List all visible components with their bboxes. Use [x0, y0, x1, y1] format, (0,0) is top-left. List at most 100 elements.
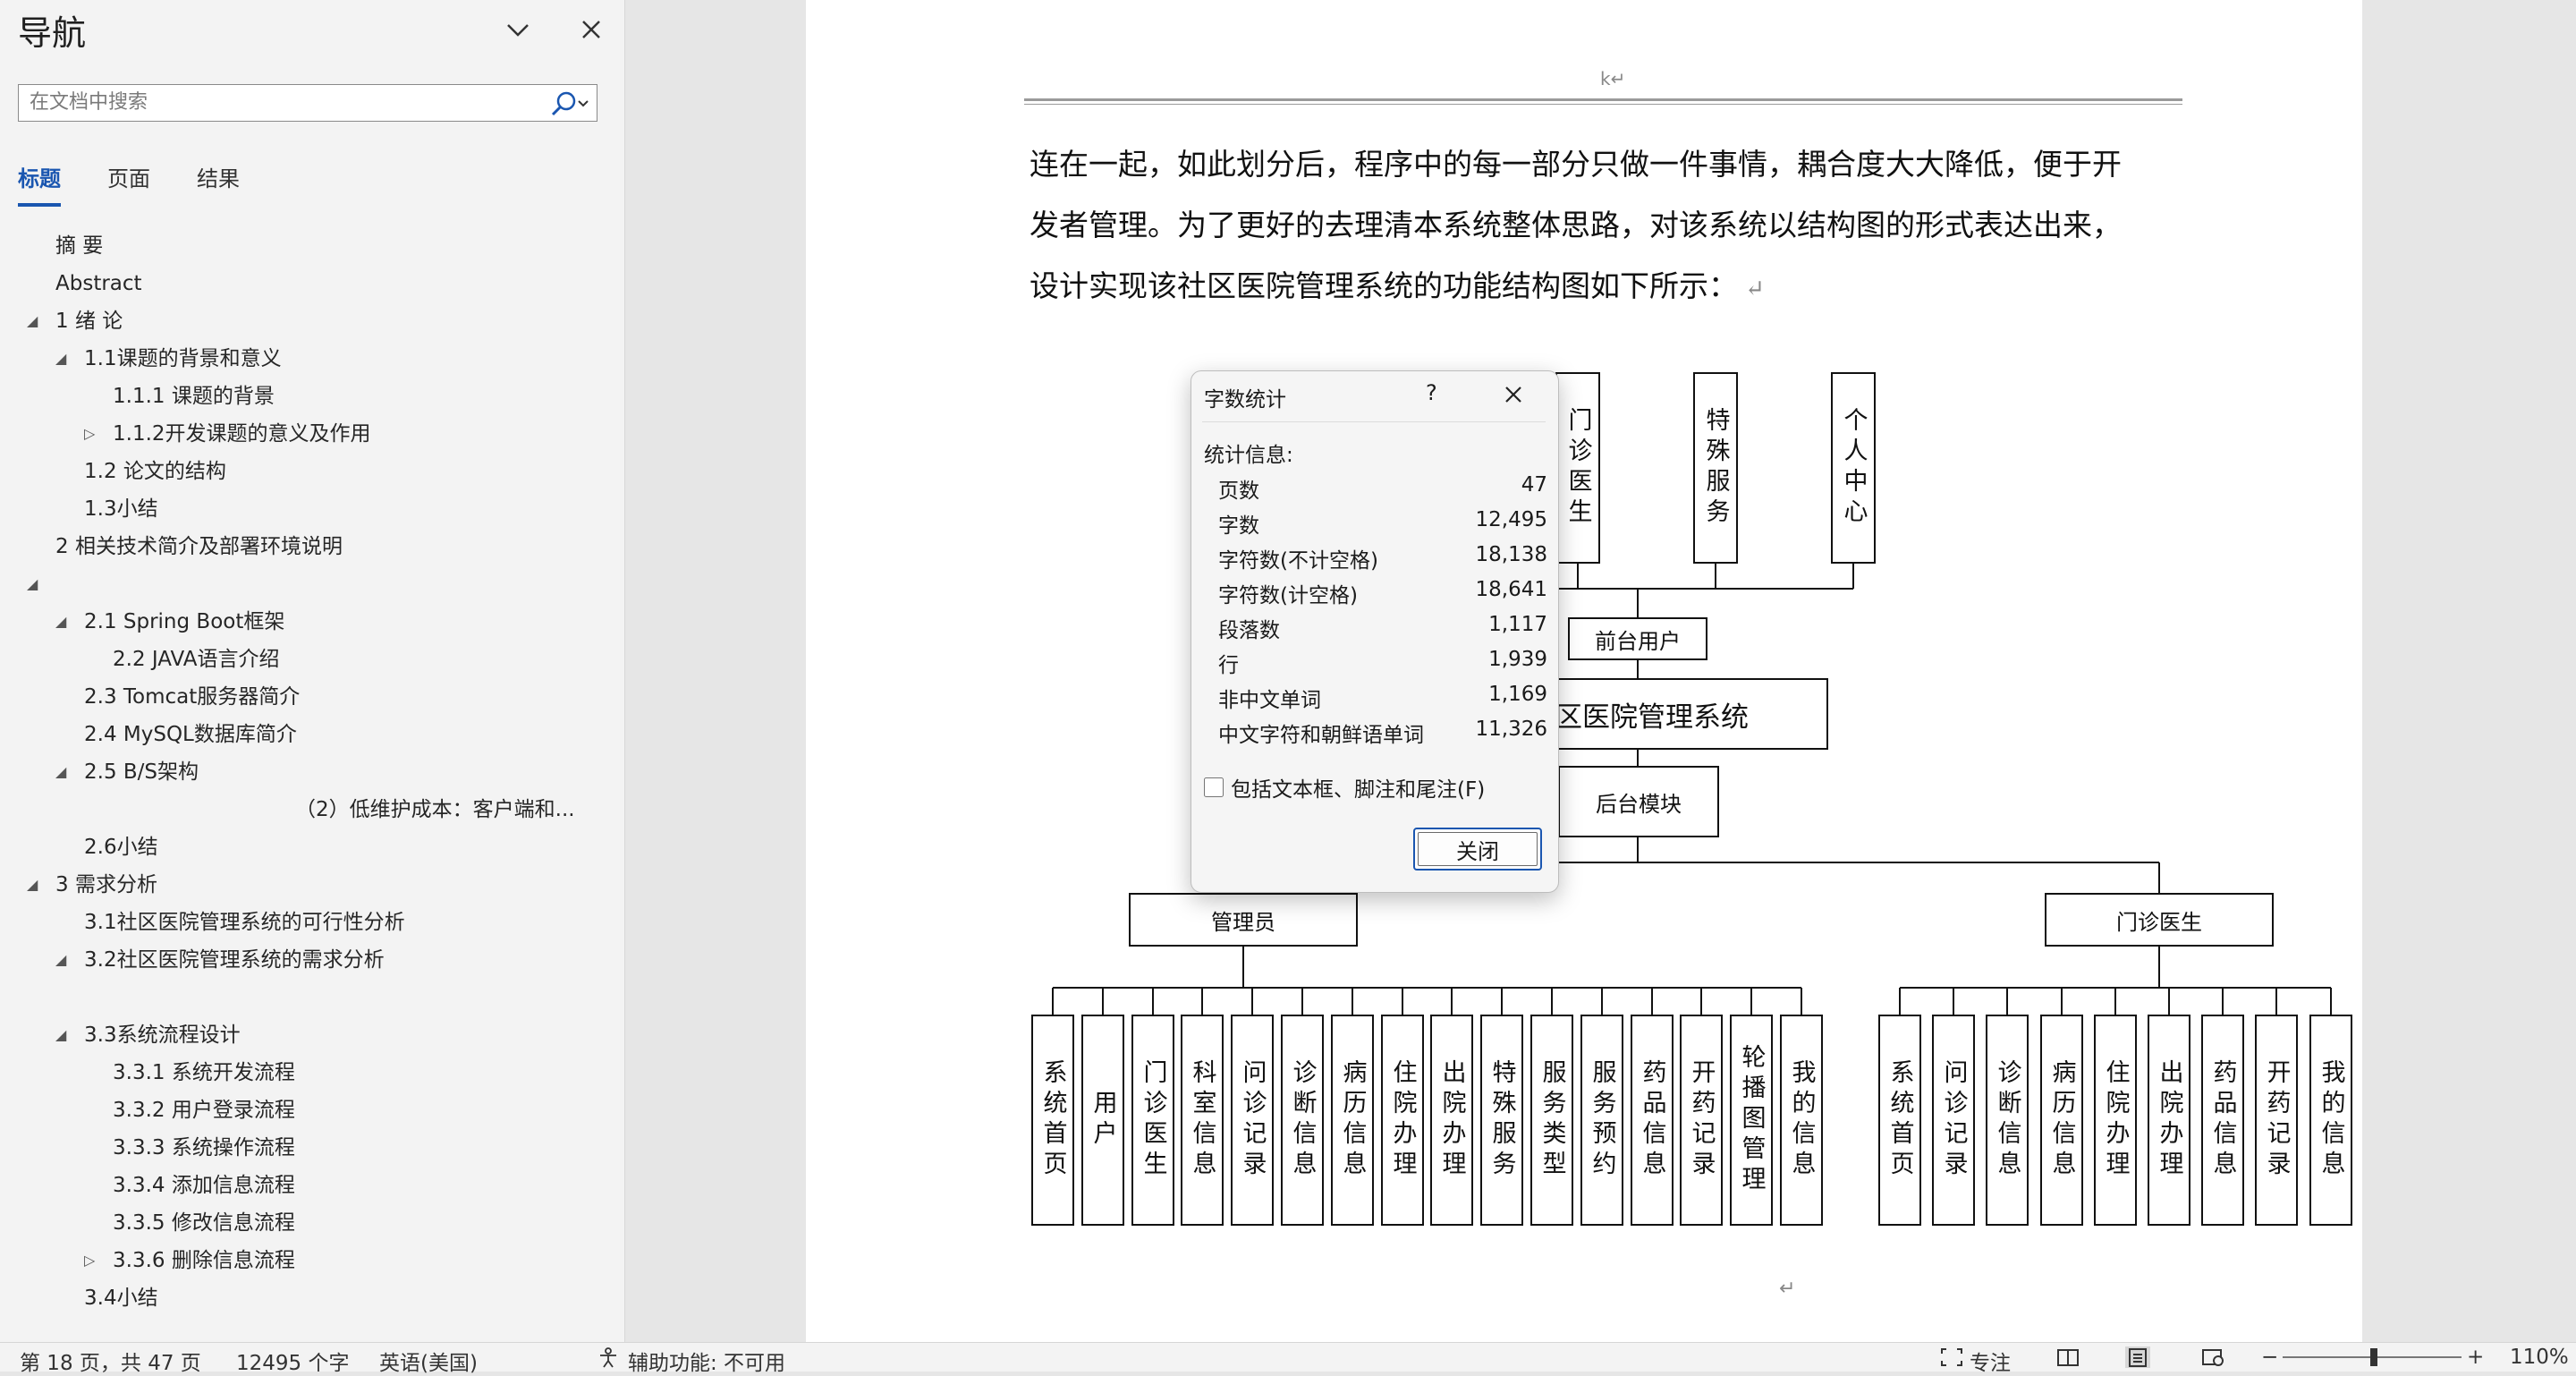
- focus-mode-label[interactable]: 专注: [1970, 1346, 2011, 1376]
- zoom-level[interactable]: 110%: [2510, 1346, 2569, 1369]
- focus-icon[interactable]: [1939, 1346, 1964, 1368]
- chart-connector: [1401, 988, 1403, 1015]
- zoom-out-button[interactable]: −: [2261, 1346, 2278, 1369]
- stat-value: 1,117: [1488, 613, 1547, 636]
- chart-connector: [1053, 987, 1801, 989]
- nav-heading-item[interactable]: Abstract: [0, 265, 624, 302]
- nav-heading-item[interactable]: 3.3.4 添加信息流程: [0, 1167, 624, 1204]
- admin-module-box: 出院办理: [1430, 1015, 1473, 1226]
- stat-name: 字数: [1218, 514, 1259, 538]
- nav-heading-item[interactable]: ▷ 1.1.2开发课题的意义及作用: [0, 415, 624, 453]
- nav-heading-item[interactable]: 2.4 MySQL数据库简介: [0, 716, 624, 753]
- nav-heading-item[interactable]: 2.2 JAVA语言介绍: [0, 641, 624, 678]
- nav-heading-item[interactable]: ◢ 3.3系统流程设计: [0, 1016, 624, 1054]
- chart-connector: [1242, 947, 1244, 988]
- admin-module-box-label: 问诊记录: [1238, 1059, 1267, 1181]
- nav-heading-item[interactable]: ◢ 1.1课题的背景和意义: [0, 340, 624, 378]
- chart-connector: [1637, 837, 1639, 862]
- collapse-arrow-icon[interactable]: ◢: [55, 603, 66, 641]
- chart-connector: [1637, 660, 1639, 678]
- collapse-arrow-icon[interactable]: ◢: [55, 941, 66, 979]
- nav-heading-item[interactable]: [0, 979, 624, 1016]
- nav-heading-item[interactable]: ◢: [0, 565, 624, 603]
- doctor-module-box: 开药记录: [2255, 1015, 2298, 1226]
- nav-heading-item[interactable]: 2.3 Tomcat服务器简介: [0, 678, 624, 716]
- nav-heading-item[interactable]: 1.3小结: [0, 490, 624, 528]
- collapse-arrow-icon[interactable]: ◢: [55, 340, 66, 378]
- nav-heading-item[interactable]: 1.2 论文的结构: [0, 453, 624, 490]
- doctor-module-box-label: 住院办理: [2101, 1059, 2130, 1181]
- nav-heading-item[interactable]: （2）低维护成本：客户端和...: [0, 791, 624, 828]
- web-layout-icon[interactable]: [2200, 1346, 2225, 1368]
- expand-arrow-icon[interactable]: ▷: [84, 415, 95, 453]
- accessibility-icon[interactable]: [596, 1346, 621, 1368]
- page-count[interactable]: 第 18 页，共 47 页: [20, 1346, 201, 1376]
- collapse-arrow-icon[interactable]: ◢: [27, 866, 38, 904]
- admin-module-box: 科室信息: [1181, 1015, 1224, 1226]
- include-textboxes-option[interactable]: 包括文本框、脚注和尾注(F): [1204, 772, 1485, 803]
- nav-heading-item[interactable]: 3.4小结: [0, 1279, 624, 1317]
- nav-heading-label: 2.2 JAVA语言介绍: [113, 648, 280, 671]
- nav-heading-label: 1.1课题的背景和意义: [84, 347, 282, 370]
- chevron-down-icon[interactable]: [503, 14, 533, 45]
- close-icon[interactable]: [576, 14, 606, 45]
- nav-heading-item[interactable]: ◢ 1 绪 论: [0, 302, 624, 340]
- nav-heading-label: 3.1社区医院管理系统的可行性分析: [84, 911, 405, 934]
- nav-heading-item[interactable]: 3.3.1 系统开发流程: [0, 1054, 624, 1091]
- nav-heading-item[interactable]: ▷ 3.3.6 删除信息流程: [0, 1242, 624, 1279]
- chart-connector: [2222, 988, 2224, 1015]
- collapse-arrow-icon[interactable]: ◢: [27, 565, 38, 603]
- read-mode-icon[interactable]: [2055, 1346, 2080, 1368]
- nav-heading-item[interactable]: ◢ 2.5 B/S架构: [0, 753, 624, 791]
- nav-heading-item[interactable]: ◢ 3 需求分析: [0, 866, 624, 904]
- tab-results[interactable]: 结果: [197, 161, 240, 207]
- collapse-arrow-icon[interactable]: ◢: [55, 753, 66, 791]
- nav-heading-label: 1 绪 论: [55, 310, 123, 333]
- nav-tabs: 标题 页面 结果: [18, 161, 240, 207]
- expand-arrow-icon[interactable]: ▷: [84, 1242, 95, 1279]
- front-module-box: 门诊医生: [1555, 372, 1600, 564]
- chart-connector: [1351, 988, 1353, 1015]
- nav-heading-item[interactable]: 2.6小结: [0, 828, 624, 866]
- help-button[interactable]: ?: [1426, 380, 1437, 405]
- admin-module-box: 住院办理: [1381, 1015, 1424, 1226]
- document-page[interactable]: k↵ 连在一起，如此划分后，程序中的每一部分只做一件事情，耦合度大大降低，便于开…: [806, 0, 2362, 1342]
- zoom-in-button[interactable]: +: [2467, 1346, 2484, 1369]
- dialog-close-icon[interactable]: [1499, 380, 1528, 409]
- admin-module-box: 系统首页: [1031, 1015, 1074, 1226]
- nav-heading-item[interactable]: 1.1.1 课题的背景: [0, 378, 624, 415]
- doctor-box-label: 门诊医生: [2116, 909, 2202, 935]
- stat-name: 非中文单词: [1218, 689, 1321, 712]
- admin-module-box-label: 我的信息: [1787, 1059, 1816, 1181]
- chart-connector: [1251, 988, 1254, 1015]
- nav-heading-item[interactable]: 摘 要: [0, 227, 624, 265]
- chart-connector: [1899, 988, 1901, 1015]
- nav-heading-item[interactable]: ◢ 2.1 Spring Boot框架: [0, 603, 624, 641]
- include-textboxes-checkbox[interactable]: [1204, 777, 1224, 797]
- nav-heading-item[interactable]: 3.3.5 修改信息流程: [0, 1204, 624, 1242]
- nav-heading-label: 3.3.1 系统开发流程: [113, 1061, 295, 1084]
- chart-connector: [1577, 564, 1579, 589]
- close-button[interactable]: 关闭: [1413, 828, 1542, 871]
- collapse-arrow-icon[interactable]: ◢: [55, 1016, 66, 1054]
- admin-module-box: 诊断信息: [1281, 1015, 1324, 1226]
- language[interactable]: 英语(美国): [379, 1346, 478, 1376]
- nav-heading-label: 3.4小结: [84, 1287, 158, 1310]
- nav-heading-item[interactable]: ◢ 3.2社区医院管理系统的需求分析: [0, 941, 624, 979]
- print-layout-icon[interactable]: [2125, 1346, 2150, 1368]
- chart-connector: [1151, 988, 1154, 1015]
- search-icon[interactable]: [545, 89, 591, 118]
- tab-headings[interactable]: 标题: [18, 161, 61, 207]
- nav-heading-label: 2.4 MySQL数据库简介: [84, 723, 297, 746]
- word-count[interactable]: 12495 个字: [236, 1346, 349, 1376]
- nav-heading-item[interactable]: 3.3.2 用户登录流程: [0, 1091, 624, 1129]
- search-input[interactable]: [19, 85, 541, 119]
- nav-heading-item[interactable]: 3.3.3 系统操作流程: [0, 1129, 624, 1167]
- body-paragraph[interactable]: 连在一起，如此划分后，程序中的每一部分只做一件事情，耦合度大大降低，便于开 发者…: [1030, 134, 2174, 319]
- collapse-arrow-icon[interactable]: ◢: [27, 302, 38, 340]
- tab-pages[interactable]: 页面: [107, 161, 150, 207]
- zoom-slider-thumb[interactable]: [2370, 1348, 2377, 1366]
- nav-heading-item[interactable]: 2 相关技术简介及部署环境说明: [0, 528, 624, 565]
- accessibility-status[interactable]: 辅助功能: 不可用: [628, 1346, 785, 1376]
- nav-heading-item[interactable]: 3.1社区医院管理系统的可行性分析: [0, 904, 624, 941]
